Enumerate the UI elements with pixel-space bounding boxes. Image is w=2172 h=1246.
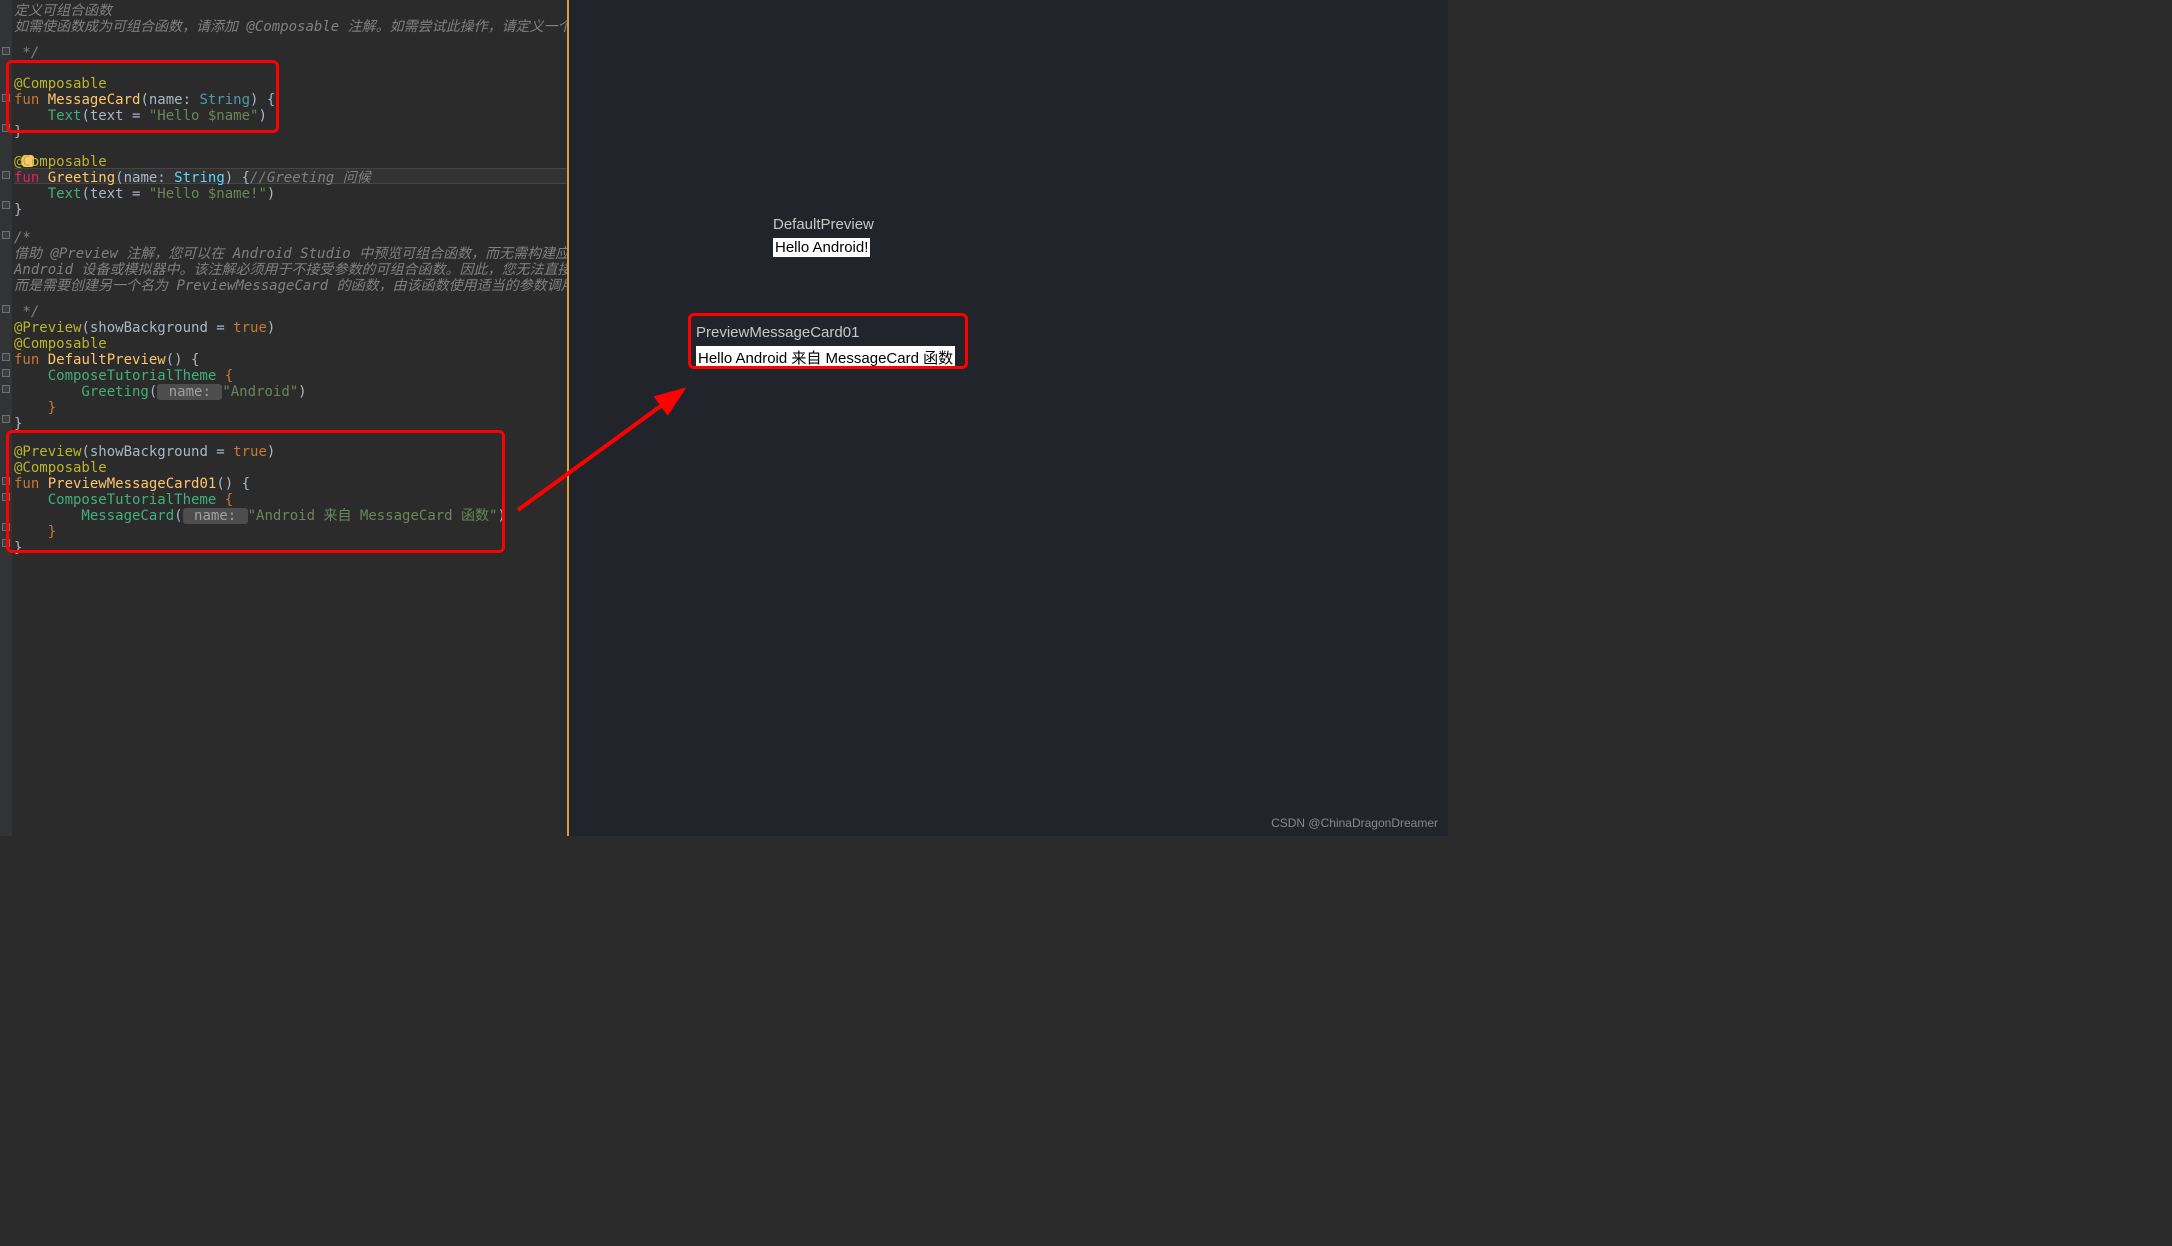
code-line[interactable]: Text(text = "Hello $name!") bbox=[14, 186, 275, 202]
fold-marker[interactable] bbox=[2, 201, 10, 209]
code-line[interactable]: fun PreviewMessageCard01() { bbox=[14, 476, 250, 492]
code-line[interactable]: @Preview(showBackground = true) bbox=[14, 444, 275, 460]
fold-marker[interactable] bbox=[2, 477, 10, 485]
fold-marker[interactable] bbox=[2, 305, 10, 313]
preview-label: DefaultPreview bbox=[773, 216, 874, 233]
fold-marker[interactable] bbox=[2, 493, 10, 501]
code-line[interactable]: 定义可组合函数 bbox=[14, 3, 112, 19]
code-line[interactable]: */ bbox=[14, 304, 39, 320]
compose-preview-pane[interactable]: DefaultPreview Hello Android! PreviewMes… bbox=[569, 0, 1448, 836]
preview-default: DefaultPreview Hello Android! bbox=[773, 216, 874, 257]
code-line[interactable]: ComposeTutorialTheme { bbox=[14, 368, 233, 384]
fold-marker[interactable] bbox=[2, 539, 10, 547]
fold-marker[interactable] bbox=[2, 415, 10, 423]
preview-label: PreviewMessageCard01 bbox=[696, 324, 955, 341]
fold-marker[interactable] bbox=[2, 385, 10, 393]
code-line[interactable]: Text(text = "Hello $name") bbox=[14, 108, 267, 124]
code-line[interactable]: 如需使函数成为可组合函数，请添加 @Composable 注解。如需尝试此操作，… bbox=[14, 19, 567, 35]
watermark-text: CSDN @ChinaDragonDreamer bbox=[1271, 816, 1438, 830]
fold-marker[interactable] bbox=[2, 369, 10, 377]
code-editor-pane[interactable]: 定义可组合函数 如需使函数成为可组合函数，请添加 @Composable 注解。… bbox=[0, 0, 567, 836]
code-line[interactable]: fun MessageCard(name: String) { bbox=[14, 92, 275, 108]
code-line[interactable]: 而是需要创建另一个名为 PreviewMessageCard 的函数，由该函数使… bbox=[14, 278, 567, 294]
code-line[interactable]: MessageCard( name: "Android 来自 MessageCa… bbox=[14, 508, 506, 524]
code-line[interactable]: @Composable bbox=[14, 336, 107, 352]
code-line[interactable]: } bbox=[14, 202, 22, 218]
code-line[interactable]: } bbox=[14, 400, 56, 416]
preview-render-messagecard01[interactable]: Hello Android 来自 MessageCard 函数 bbox=[696, 346, 955, 369]
fold-marker[interactable] bbox=[2, 47, 10, 55]
code-line[interactable]: } bbox=[14, 124, 22, 140]
code-line[interactable]: Android 设备或模拟器中。该注解必须用于不接受参数的可组合函数。因此，您无… bbox=[14, 262, 567, 278]
code-line[interactable]: fun DefaultPreview() { bbox=[14, 352, 199, 368]
fold-marker[interactable] bbox=[2, 124, 10, 132]
code-line[interactable]: fun Greeting(name: String) {//Greeting 问… bbox=[14, 170, 371, 186]
code-line[interactable]: @Composable bbox=[14, 154, 107, 170]
code-line[interactable]: 借助 @Preview 注解，您可以在 Android Studio 中预览可组… bbox=[14, 246, 567, 262]
fold-marker[interactable] bbox=[2, 523, 10, 531]
code-line[interactable]: @Preview(showBackground = true) bbox=[14, 320, 275, 336]
code-line[interactable]: ComposeTutorialTheme { bbox=[14, 492, 233, 508]
code-line[interactable]: @Composable bbox=[14, 76, 107, 92]
fold-marker[interactable] bbox=[2, 94, 10, 102]
fold-marker[interactable] bbox=[2, 353, 10, 361]
preview-render-default[interactable]: Hello Android! bbox=[773, 238, 870, 257]
editor-gutter bbox=[0, 0, 12, 836]
fold-marker[interactable] bbox=[2, 231, 10, 239]
code-line[interactable]: } bbox=[14, 524, 56, 540]
fold-marker[interactable] bbox=[2, 171, 10, 179]
code-line[interactable]: /* bbox=[14, 230, 31, 246]
code-line[interactable]: Greeting( name: "Android") bbox=[14, 384, 307, 400]
code-line[interactable]: */ bbox=[14, 45, 39, 61]
code-line[interactable]: } bbox=[14, 416, 22, 432]
code-line[interactable]: @Composable bbox=[14, 460, 107, 476]
preview-messagecard01: PreviewMessageCard01 Hello Android 来自 Me… bbox=[696, 324, 955, 369]
code-line[interactable]: } bbox=[14, 540, 22, 556]
